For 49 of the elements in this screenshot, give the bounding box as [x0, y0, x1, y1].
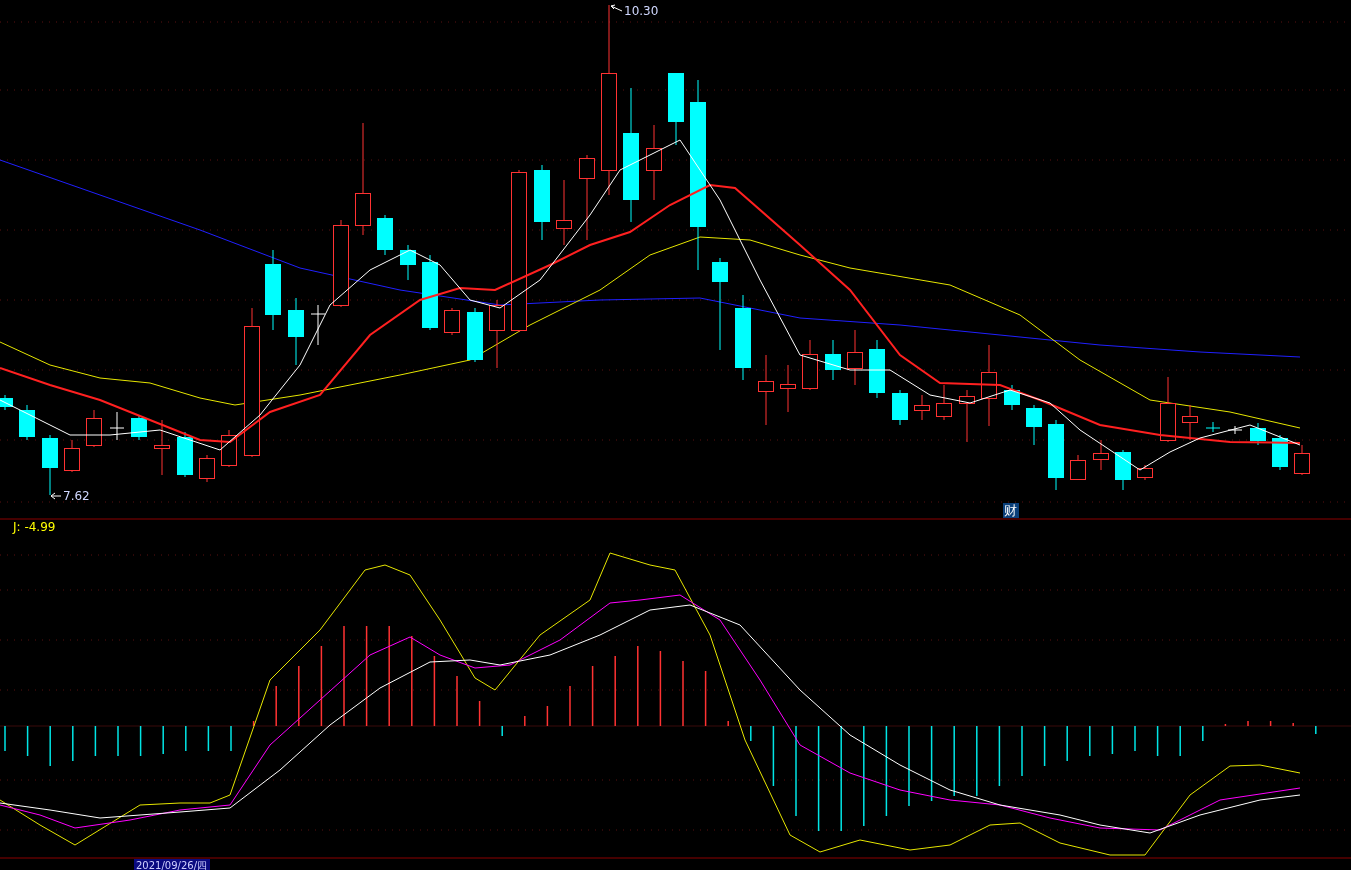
candlestick: [86, 409, 102, 448]
candlestick: [19, 404, 35, 441]
j-value-label: J: -4.99: [13, 520, 56, 534]
candlestick: [959, 389, 975, 443]
candlestick: [1070, 454, 1086, 481]
candlestick: [377, 214, 393, 256]
candlestick: [936, 384, 952, 421]
candlestick: [444, 307, 460, 336]
candlestick: [467, 307, 483, 363]
candlestick: [131, 414, 147, 441]
event-marker-badge: 财: [1003, 503, 1019, 518]
candlestick: [1227, 425, 1243, 435]
candlestick: [1294, 444, 1310, 476]
candlestick: [825, 339, 841, 381]
candlestick: [1272, 434, 1288, 471]
candlestick: [847, 329, 863, 386]
candlestick: [892, 389, 908, 426]
low-price-label: 7.62: [63, 489, 90, 503]
candlestick: [758, 354, 774, 426]
candlestick: [1182, 404, 1198, 441]
candlestick: [64, 439, 80, 473]
candlestick: [1048, 419, 1064, 491]
candlestick: [1115, 449, 1131, 491]
candlestick: [556, 179, 572, 246]
candlestick: [1137, 464, 1153, 481]
low-arrow-icon: [50, 492, 62, 500]
date-label: 2021/09/26/四: [134, 859, 210, 870]
candlestick: [914, 394, 930, 421]
high-price-label: 10.30: [624, 4, 659, 18]
candlestick: [489, 299, 505, 369]
candlestick: [109, 411, 125, 441]
candlestick: [0, 394, 13, 411]
candlestick: [869, 339, 885, 399]
candlestick: [400, 244, 416, 281]
candlestick: [1205, 421, 1221, 433]
candlestick: [177, 431, 193, 478]
candlestick: [1250, 422, 1266, 446]
candlestick: [780, 364, 796, 413]
candlestick: [199, 454, 215, 483]
candlestick: [1093, 439, 1109, 471]
candlestick: [154, 419, 170, 476]
candlestick: [310, 304, 326, 346]
candlestick: [42, 434, 58, 496]
candlestick: [1004, 384, 1020, 411]
candlestick: [288, 297, 304, 366]
candlestick: [802, 339, 818, 391]
high-arrow-icon: [610, 4, 623, 12]
candlestick: [1026, 404, 1042, 446]
candlestick: [1160, 376, 1176, 443]
